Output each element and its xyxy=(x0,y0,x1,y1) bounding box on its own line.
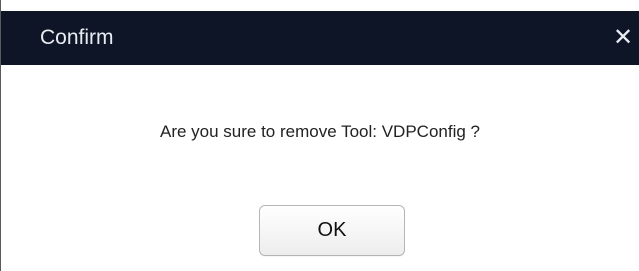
close-icon[interactable]: ✕ xyxy=(611,23,635,51)
dialog-titlebar: Confirm ✕ xyxy=(1,11,639,65)
ok-button[interactable]: OK xyxy=(259,205,405,256)
dialog-title: Confirm xyxy=(40,26,114,49)
confirm-message: Are you sure to remove Tool: VDPConfig ? xyxy=(159,122,480,141)
confirm-dialog: Confirm ✕ Are you sure to remove Tool: V… xyxy=(0,0,639,271)
